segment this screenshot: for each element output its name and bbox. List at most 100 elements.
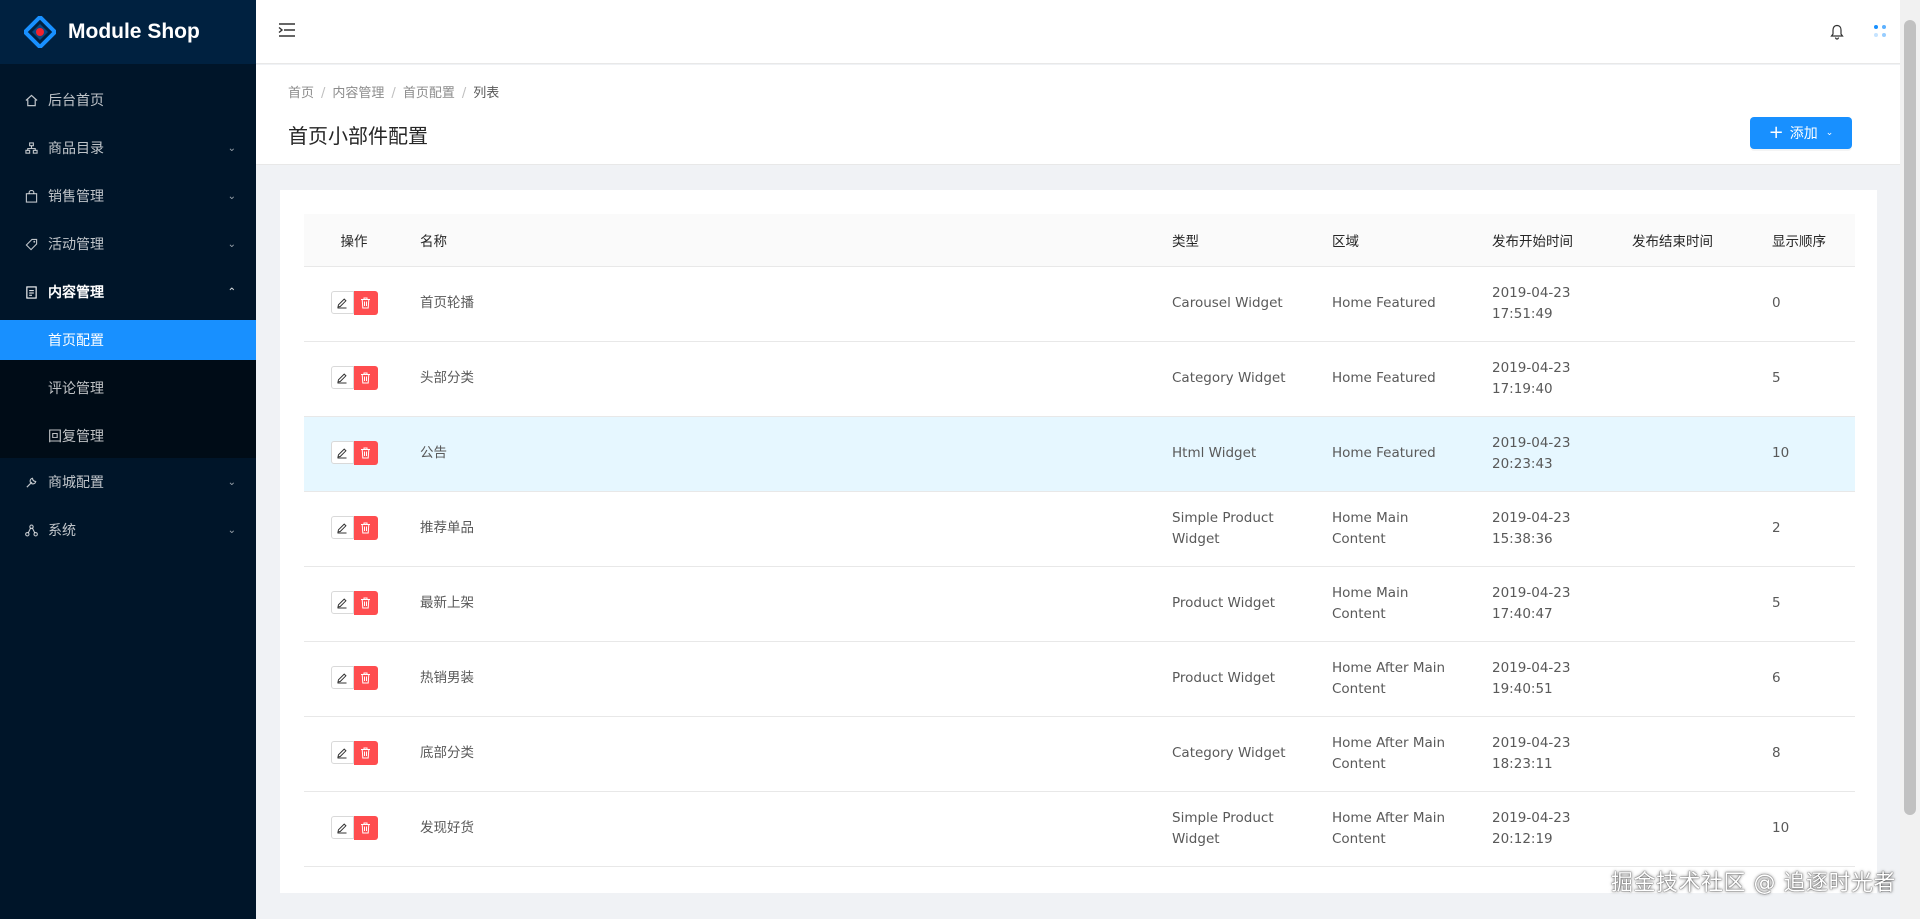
start-line: 2019-04-23 [1492,734,1571,751]
cell-end-time [1616,641,1756,716]
cell-area: Home Featured [1316,341,1476,416]
scrollbar-thumb[interactable] [1904,20,1916,815]
shopping-bag-icon [24,189,38,203]
cell-name: 底部分类 [420,745,474,761]
trash-icon [360,447,371,459]
sidebar-item-label: 后台首页 [48,93,104,109]
page-header: 首页 / 内容管理 / 首页配置 / 列表 首页小部件配置 + 添加 ⌄ [256,65,1900,165]
plus-icon: + [1768,122,1784,143]
edit-button[interactable] [330,816,354,840]
trash-icon [360,597,371,609]
table-row[interactable]: 最新上架 Product Widget Home Main Content 20… [304,566,1855,641]
sidebar-subitem-home-config[interactable]: 首页配置 [0,320,256,360]
trash-icon [360,822,371,834]
cell-area: Home Featured [1316,416,1476,491]
table-row[interactable]: 首页轮播 Carousel Widget Home Featured 2019-… [304,266,1855,341]
table-row[interactable]: 热销男装 Product Widget Home After Main Conte… [304,641,1855,716]
trash-icon [360,747,371,759]
edit-button[interactable] [330,591,354,615]
row-actions [304,491,404,566]
row-actions [304,266,404,341]
sidebar-item-dashboard[interactable]: 后台首页 [0,80,256,120]
area-line: Content [1332,680,1386,697]
file-text-icon [24,285,38,299]
delete-button[interactable] [353,515,378,540]
start-line: 17:51:49 [1492,305,1553,322]
sidebar-item-promotions[interactable]: 活动管理 ⌄ [0,224,256,264]
table-row[interactable]: 推荐单品 Simple Product Widget Home Main Cont… [304,491,1855,566]
sidebar-item-system[interactable]: 系统 ⌄ [0,510,256,550]
cell-type: Carousel Widget [1156,266,1316,341]
table-row[interactable]: 发现好货 Simple Product Widget Home After Mai… [304,791,1855,866]
delete-button[interactable] [353,365,378,390]
cell-end-time [1616,491,1756,566]
edit-button[interactable] [330,516,354,540]
edit-button[interactable] [330,366,354,390]
edit-button[interactable] [330,666,354,690]
sidebar-item-content[interactable]: 内容管理 ⌃ [0,272,256,312]
sidebar-item-sales[interactable]: 销售管理 ⌄ [0,176,256,216]
delete-button[interactable] [353,665,378,690]
cell-end-time [1616,416,1756,491]
cell-start-time: 2019-04-23 17:40:47 [1476,566,1616,641]
delete-button[interactable] [353,740,378,765]
page-scrollbar[interactable] [1900,0,1920,919]
watermark: 掘金技术社区 @ 追逐时光者 [1611,871,1896,896]
cell-end-time [1616,266,1756,341]
cluster-icon [24,141,38,155]
type-line: Category Widget [1172,745,1286,761]
column-header: 操作 [340,233,368,250]
table-row[interactable]: 头部分类 Category Widget Home Featured 2019-… [304,341,1855,416]
edit-button[interactable] [330,741,354,765]
sidebar-item-shop-config[interactable]: 商城配置 ⌄ [0,462,256,502]
edit-icon [336,672,348,684]
table-row[interactable]: 公告 Html Widget Home Featured 2019-04-23 2… [304,416,1855,491]
submenu-content: 首页配置 评论管理 回复管理 [0,320,256,458]
breadcrumb-item-current: 列表 [473,86,500,101]
chevron-down-icon: ⌄ [227,476,236,488]
menu-fold-icon[interactable] [278,22,296,38]
sidebar-subitem-reviews[interactable]: 评论管理 [0,368,256,408]
tool-icon [24,475,38,489]
bell-icon[interactable] [1830,24,1844,40]
cell-order: 2 [1772,520,1781,536]
cell-area: Home Featured [1316,266,1476,341]
tag-icon [24,237,38,251]
sidebar-item-catalog[interactable]: 商品目录 ⌄ [0,128,256,168]
column-header: 发布结束时间 [1632,233,1713,250]
delete-button[interactable] [353,590,378,615]
edit-icon [336,822,348,834]
breadcrumb-item[interactable]: 首页配置 [403,86,455,101]
widget-table: 操作 名称 类型 区域 发布开始时间 发布结束时间 显示顺序 首页轮播 Caro… [304,214,1855,867]
area-line: Home Main Content [1332,509,1409,547]
delete-button[interactable] [353,815,378,840]
header-actions [1830,0,1900,64]
cell-end-time [1616,341,1756,416]
breadcrumb-item[interactable]: 首页 [288,86,314,101]
edit-button[interactable] [330,291,354,315]
row-actions [304,716,404,791]
breadcrumb-item[interactable]: 内容管理 [332,86,384,101]
type-line: Carousel Widget [1172,295,1283,311]
top-header [256,0,1900,64]
column-header: 显示顺序 [1772,233,1826,250]
cell-name: 头部分类 [420,370,474,386]
sidebar-subitem-replies[interactable]: 回复管理 [0,416,256,456]
cell-type: Product Widget [1156,566,1316,641]
cell-start-time: 2019-04-23 20:23:43 [1476,416,1616,491]
edit-button[interactable] [330,441,354,465]
start-line: 2019-04-23 [1492,284,1571,301]
cell-type: Simple Product Widget [1156,491,1316,566]
type-line: Product Widget [1172,595,1276,611]
chevron-down-icon: ⌄ [227,238,236,250]
table-row[interactable]: 底部分类 Category Widget Home After Main Cont… [304,716,1855,791]
app-title: Module Shop [68,20,200,43]
type-line: Product Widget [1172,670,1276,686]
delete-button[interactable] [353,290,378,315]
column-header: 区域 [1332,233,1359,250]
add-button[interactable]: + 添加 ⌄ [1750,117,1852,149]
delete-button[interactable] [353,440,378,465]
start-line: 2019-04-23 [1492,659,1571,676]
logo[interactable]: Module Shop [0,0,256,64]
area-line: Home Main Content [1332,584,1409,622]
